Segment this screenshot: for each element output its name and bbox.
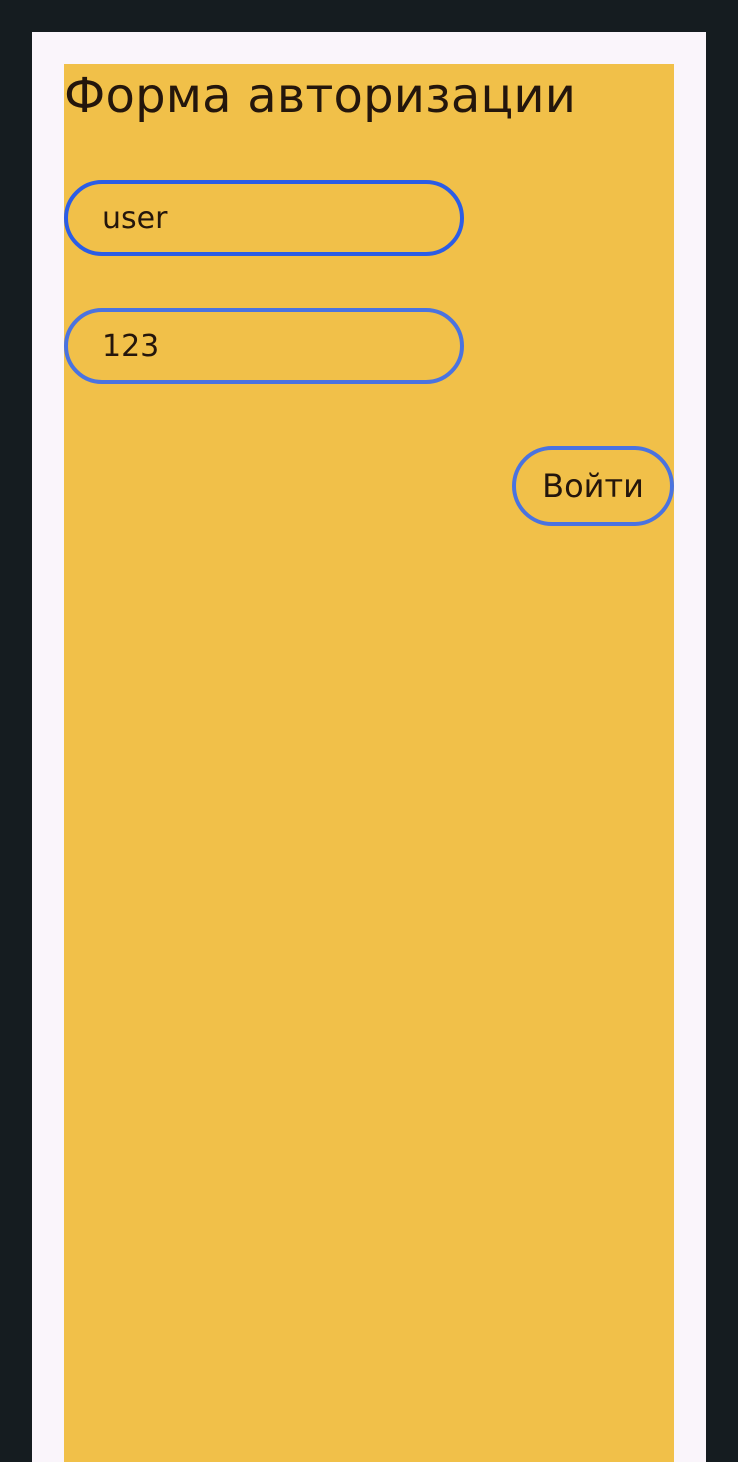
auth-form: Форма авторизации Войти xyxy=(64,64,674,1462)
login-button[interactable]: Войти xyxy=(512,446,674,526)
device-frame: Форма авторизации Войти xyxy=(32,32,706,1462)
username-input[interactable] xyxy=(64,180,464,256)
page-title: Форма авторизации xyxy=(64,68,577,124)
password-input[interactable] xyxy=(64,308,464,384)
